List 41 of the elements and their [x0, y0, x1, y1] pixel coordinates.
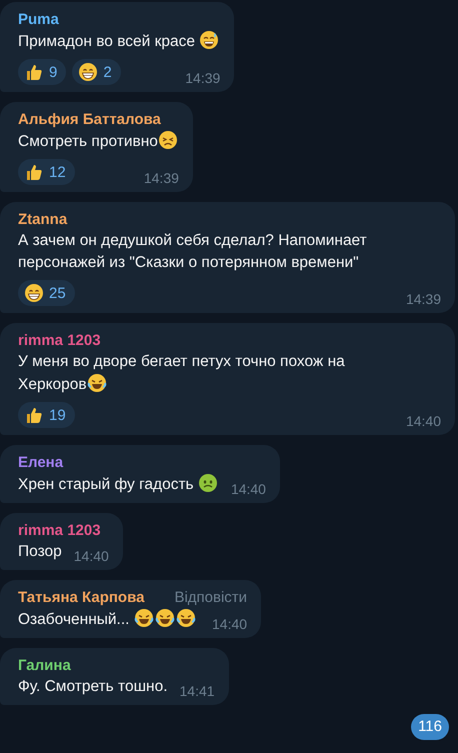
message-time: 14:40	[212, 615, 248, 633]
message-text: Позор	[18, 542, 62, 562]
author-name[interactable]: rimma 1203	[18, 521, 101, 541]
message-text: Озабоченный...	[18, 608, 197, 631]
message-time: 14:39	[185, 69, 220, 87]
reply-link[interactable]: Відповісти	[174, 588, 248, 608]
nauseated-face-icon	[198, 473, 218, 493]
message-time: 14:39	[406, 290, 441, 308]
message-time: 14:40	[230, 480, 266, 498]
message-time: 14:39	[144, 169, 179, 187]
message-text: Фу. Смотреть тошно.	[18, 677, 168, 697]
tears-of-joy-icon	[86, 373, 107, 393]
author-name[interactable]: Альфия Батталова	[18, 110, 161, 130]
message-text: Хрен старый фу гадость	[18, 473, 219, 496]
thumbs-up-icon	[24, 162, 44, 182]
grinning-face-icon	[78, 62, 98, 82]
message-text: Смотреть противно	[18, 130, 179, 153]
message-text: А зачем он дедушкой себя сделал? Напоминает персонажей из "Сказки о потерянном времени"	[18, 231, 368, 273]
message-time: 14:40	[74, 547, 109, 565]
reaction-button[interactable]: 19	[18, 402, 75, 428]
message-time: 14:40	[406, 412, 441, 430]
thumbs-up-icon	[24, 405, 44, 425]
author-name[interactable]: rimma 1203	[18, 331, 101, 351]
grinning-face-icon	[24, 283, 44, 303]
unread-count-badge[interactable]: 116	[411, 714, 449, 740]
message-text: У меня во дворе бегает петух точно похож на Херкоров	[18, 352, 346, 395]
reaction-button[interactable]: 2	[72, 59, 121, 85]
message-time: 14:41	[180, 682, 215, 700]
author-name[interactable]: Галина	[18, 656, 71, 676]
frowning-face-icon	[158, 130, 178, 150]
reaction-button[interactable]: 25	[18, 280, 75, 306]
author-name[interactable]: Елена	[18, 453, 64, 473]
message-text: Примадон во всей красе	[18, 30, 220, 53]
sweating-smile-icon	[199, 30, 220, 50]
author-name[interactable]: Ztanna	[18, 210, 68, 230]
author-name[interactable]: Татьяна Карпова	[18, 588, 144, 608]
tears-of-joy-icon	[154, 608, 175, 628]
thumbs-up-icon	[24, 62, 44, 82]
reaction-button[interactable]: 12	[18, 159, 75, 185]
author-name[interactable]: Puma	[18, 10, 59, 30]
reaction-button[interactable]: 9	[18, 59, 66, 85]
